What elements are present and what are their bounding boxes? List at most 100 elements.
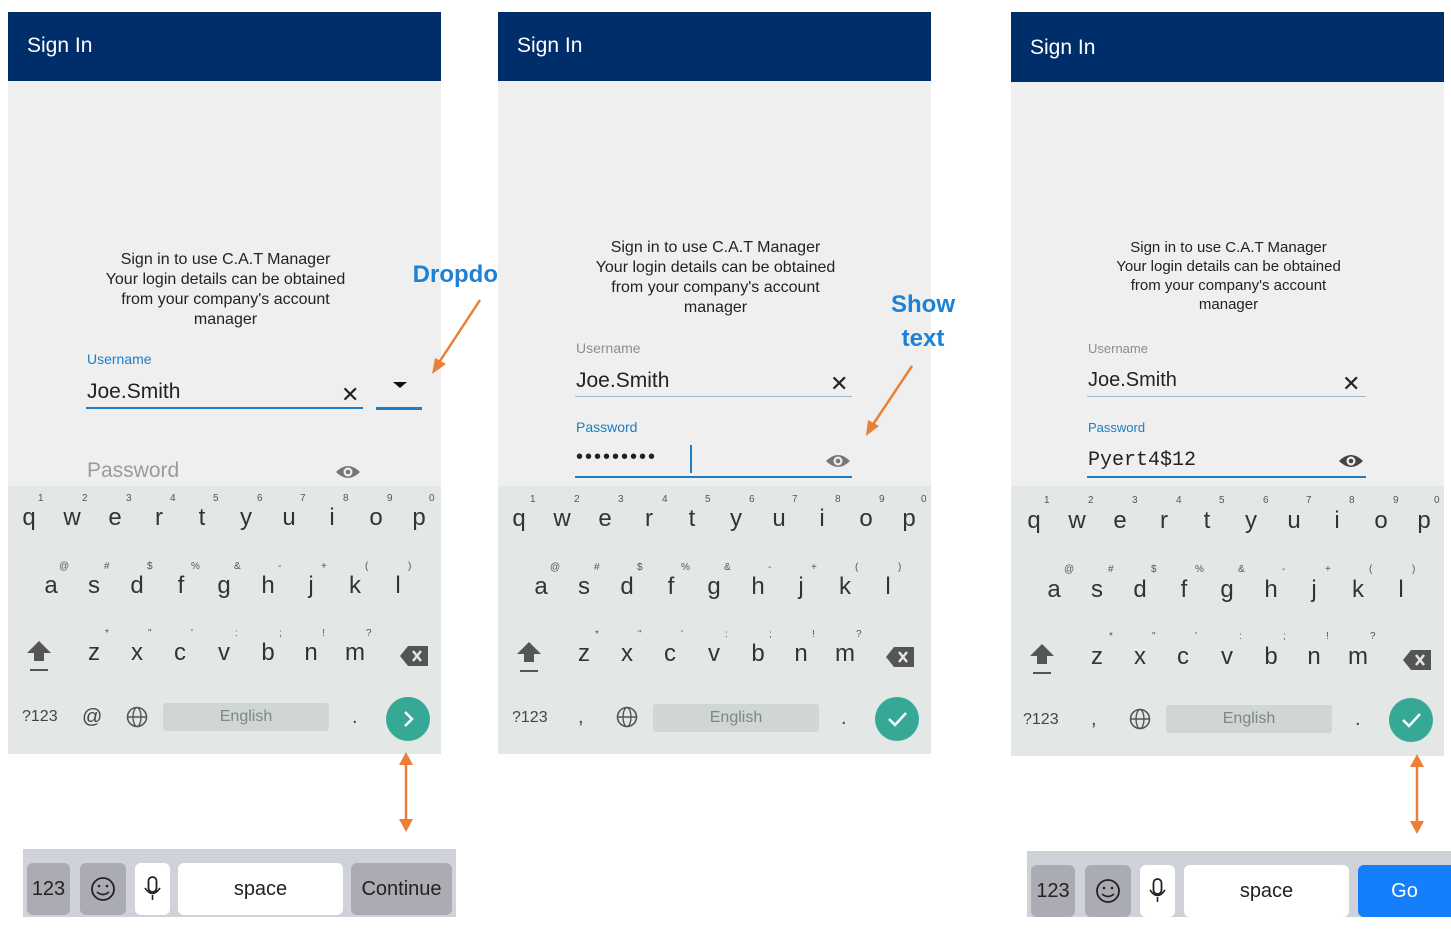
key[interactable]: x [122, 641, 152, 665]
key[interactable]: g [1212, 578, 1242, 602]
key[interactable]: x [1125, 645, 1155, 669]
dictation-key[interactable] [1140, 865, 1175, 917]
done-button[interactable] [1389, 698, 1433, 742]
key[interactable]: n [1299, 645, 1329, 669]
key[interactable]: w [1062, 509, 1092, 533]
key[interactable]: u [764, 507, 794, 531]
key[interactable]: e [590, 507, 620, 531]
go-key[interactable]: Go [1358, 865, 1451, 917]
backspace-icon[interactable] [1403, 650, 1431, 670]
key[interactable]: q [504, 507, 534, 531]
at-key[interactable]: @ [82, 706, 102, 729]
shift-icon[interactable] [26, 641, 52, 673]
password-field[interactable]: Password [87, 459, 179, 483]
key[interactable]: h [1256, 578, 1286, 602]
next-button[interactable] [386, 697, 430, 741]
key[interactable]: r [1149, 509, 1179, 533]
key[interactable]: f [656, 575, 686, 599]
key[interactable]: c [1168, 645, 1198, 669]
key[interactable]: a [1039, 578, 1069, 602]
key[interactable]: k [830, 575, 860, 599]
key[interactable]: v [209, 641, 239, 665]
comma-key[interactable]: , [1091, 708, 1097, 731]
period-key[interactable]: . [352, 706, 358, 729]
key[interactable]: q [14, 506, 44, 530]
key[interactable]: p [1409, 509, 1439, 533]
symbols-key[interactable]: ?123 [512, 709, 548, 727]
password-field[interactable]: ••••••••• [576, 446, 657, 469]
ios-space-key[interactable]: space [1184, 865, 1349, 917]
period-key[interactable]: . [841, 707, 847, 730]
key[interactable]: x [612, 642, 642, 666]
eye-icon[interactable] [335, 463, 361, 481]
symbols-key[interactable]: ?123 [1023, 711, 1059, 729]
key[interactable]: l [383, 574, 413, 598]
key[interactable]: l [1386, 578, 1416, 602]
key[interactable]: e [100, 506, 130, 530]
key[interactable]: t [1192, 509, 1222, 533]
space-key[interactable]: English [1166, 705, 1332, 733]
globe-icon[interactable] [1129, 708, 1151, 730]
key[interactable]: g [699, 575, 729, 599]
backspace-icon[interactable] [400, 646, 428, 666]
username-dropdown-button[interactable] [376, 374, 422, 411]
username-field[interactable]: Joe.Smith [576, 369, 669, 393]
continue-key[interactable]: Continue [351, 863, 452, 915]
key[interactable]: n [296, 641, 326, 665]
key[interactable]: j [296, 574, 326, 598]
done-button[interactable] [875, 697, 919, 741]
key[interactable]: o [361, 506, 391, 530]
key[interactable]: y [1236, 509, 1266, 533]
key[interactable]: a [36, 574, 66, 598]
ios-123-key[interactable]: 123 [27, 863, 70, 915]
key[interactable]: y [721, 507, 751, 531]
username-field[interactable]: Joe.Smith [87, 380, 180, 404]
shift-icon[interactable] [1029, 644, 1055, 676]
key[interactable]: t [187, 506, 217, 530]
key[interactable]: z [569, 642, 599, 666]
key[interactable]: o [1366, 509, 1396, 533]
key[interactable]: f [166, 574, 196, 598]
key[interactable]: w [57, 506, 87, 530]
key[interactable]: k [340, 574, 370, 598]
key[interactable]: h [253, 574, 283, 598]
symbols-key[interactable]: ?123 [22, 708, 58, 726]
key[interactable]: w [547, 507, 577, 531]
username-field[interactable]: Joe.Smith [1088, 369, 1177, 392]
backspace-icon[interactable] [886, 647, 914, 667]
key[interactable]: f [1169, 578, 1199, 602]
dictation-key[interactable] [135, 863, 170, 915]
key[interactable]: t [677, 507, 707, 531]
key[interactable]: z [79, 641, 109, 665]
close-icon[interactable]: ✕ [1342, 373, 1360, 395]
key[interactable]: c [165, 641, 195, 665]
key[interactable]: u [274, 506, 304, 530]
key[interactable]: c [655, 642, 685, 666]
key[interactable]: g [209, 574, 239, 598]
key[interactable]: r [144, 506, 174, 530]
emoji-key[interactable] [1085, 865, 1131, 917]
ios-123-key[interactable]: 123 [1031, 865, 1075, 917]
shift-icon[interactable] [516, 642, 542, 674]
key[interactable]: e [1105, 509, 1135, 533]
key[interactable]: b [253, 641, 283, 665]
key[interactable]: h [743, 575, 773, 599]
space-key[interactable]: English [653, 704, 819, 732]
key[interactable]: v [699, 642, 729, 666]
eye-icon[interactable] [1338, 452, 1364, 470]
comma-key[interactable]: , [578, 706, 584, 729]
key[interactable]: d [1125, 578, 1155, 602]
key[interactable]: p [894, 507, 924, 531]
key[interactable]: k [1343, 578, 1373, 602]
key[interactable]: i [807, 507, 837, 531]
close-icon[interactable]: ✕ [341, 384, 359, 406]
key[interactable]: r [634, 507, 664, 531]
key[interactable]: v [1212, 645, 1242, 669]
key[interactable]: b [743, 642, 773, 666]
close-icon[interactable]: ✕ [830, 373, 848, 395]
period-key[interactable]: . [1355, 708, 1361, 731]
emoji-key[interactable] [80, 863, 126, 915]
key[interactable]: m [830, 642, 860, 666]
space-key[interactable]: English [163, 703, 329, 731]
key[interactable]: a [526, 575, 556, 599]
